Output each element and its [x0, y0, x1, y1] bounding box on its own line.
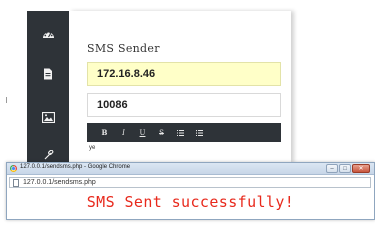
message-editor-content[interactable]: ye [89, 145, 95, 151]
minimize-icon[interactable]: – [326, 164, 338, 173]
window-controls: – □ ✕ [326, 164, 370, 173]
underline-button[interactable]: U [133, 123, 152, 142]
ordered-list-icon[interactable] [190, 123, 209, 142]
bold-button[interactable]: B [95, 123, 114, 142]
maximize-icon[interactable]: □ [339, 164, 351, 173]
document-icon[interactable] [41, 67, 55, 81]
chrome-logo-icon [10, 165, 17, 172]
page-title: SMS Sender [87, 42, 160, 55]
strikethrough-button[interactable]: S [152, 123, 171, 142]
window-titlebar[interactable]: 127.0.0.1/sendsms.php - Google Chrome – … [7, 163, 374, 175]
unordered-list-icon[interactable] [171, 123, 190, 142]
ip-address-field[interactable]: 172.16.8.46 [87, 62, 281, 86]
window-title: 127.0.0.1/sendsms.php - Google Chrome [20, 164, 131, 170]
page-icon [13, 179, 19, 187]
close-icon[interactable]: ✕ [352, 164, 370, 173]
italic-button[interactable]: I [114, 123, 133, 142]
dashboard-icon[interactable] [41, 27, 55, 41]
editor-toolbar: B I U S [87, 123, 281, 142]
sms-form-panel: SMS Sender 172.16.8.46 10086 B I U S ye [69, 11, 291, 163]
url-text: 127.0.0.1/sendsms.php [23, 179, 96, 186]
page-edge-marker [6, 97, 7, 103]
sidebar [27, 11, 69, 163]
address-bar[interactable]: 127.0.0.1/sendsms.php [9, 177, 371, 188]
chrome-popup-window: 127.0.0.1/sendsms.php - Google Chrome – … [6, 162, 375, 220]
phone-number-field[interactable]: 10086 [87, 93, 281, 117]
success-message: SMS Sent successfully! [86, 193, 295, 211]
image-icon[interactable] [41, 110, 55, 124]
link-icon[interactable] [41, 149, 55, 163]
